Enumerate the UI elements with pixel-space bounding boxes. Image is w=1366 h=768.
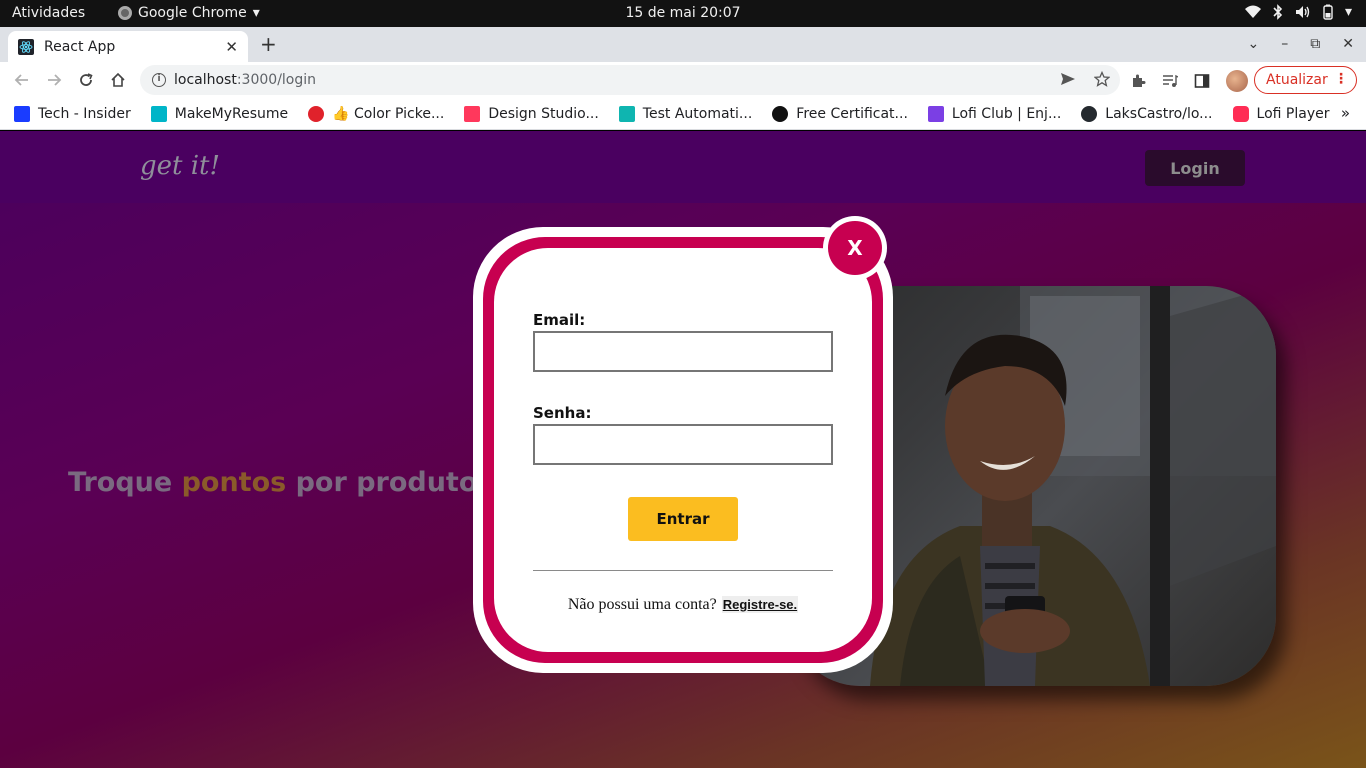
side-panel-icon[interactable] — [1194, 73, 1210, 89]
bookmark-favicon-icon — [150, 105, 167, 122]
bookmark-item[interactable]: Test Automati... — [618, 105, 753, 122]
bookmark-label: 👍 Color Picke... — [332, 105, 445, 122]
react-icon — [18, 38, 34, 55]
bookmark-label: Lofi Club | Enj... — [951, 105, 1062, 122]
reload-icon — [80, 73, 93, 86]
bookmark-item[interactable]: MakeMyResume — [150, 105, 289, 122]
bookmark-label: LaksCastro/lo... — [1105, 105, 1213, 122]
wifi-icon — [1244, 5, 1261, 18]
close-tab-icon[interactable]: ✕ — [225, 38, 238, 56]
star-icon[interactable] — [1094, 71, 1110, 87]
bookmark-label: MakeMyResume — [174, 105, 289, 122]
site-navbar: get it! Login — [0, 131, 1366, 203]
bookmark-favicon-icon — [1232, 105, 1249, 122]
email-input[interactable] — [533, 331, 833, 372]
chrome-icon — [118, 6, 132, 20]
caret-down-icon: ▾ — [1344, 4, 1352, 20]
password-input[interactable] — [533, 424, 833, 465]
bookmark-item[interactable]: Lofi Player — [1232, 105, 1330, 122]
site-logo[interactable]: get it! — [140, 151, 220, 181]
arrow-right-icon — [48, 74, 62, 86]
site-info-icon[interactable]: i — [152, 73, 166, 87]
hero-text-accent: pontos — [181, 467, 287, 498]
bookmark-favicon-icon — [618, 105, 635, 122]
volume-icon — [1295, 6, 1310, 18]
system-top-bar: Atividades Google Chrome ▾ 15 de mai 20:… — [0, 0, 1366, 27]
bookmark-label: Free Certificat... — [796, 105, 908, 122]
close-window-icon[interactable]: ✕ — [1342, 36, 1354, 52]
clock[interactable]: 15 de mai 20:07 — [625, 5, 740, 21]
bookmark-item[interactable]: Design Studio... — [464, 105, 599, 122]
more-menu-icon: ⋮ — [1334, 71, 1348, 87]
register-prompt: Não possui uma conta? — [567, 596, 717, 613]
bookmark-label: Tech - Insider — [38, 105, 131, 122]
tab-react-app[interactable]: React App ✕ — [8, 31, 248, 62]
bluetooth-icon — [1273, 4, 1283, 20]
activities-button[interactable]: Atividades — [12, 5, 85, 21]
register-link[interactable]: Registre-se. — [721, 596, 799, 613]
bookmark-item[interactable]: Tech - Insider — [14, 105, 131, 122]
battery-icon — [1323, 4, 1333, 20]
send-icon[interactable] — [1060, 71, 1076, 87]
bookmark-item[interactable]: Free Certificat... — [772, 105, 908, 122]
hero-headline: Troque pontos por produtos e — [68, 467, 521, 498]
extensions-icon[interactable] — [1130, 73, 1146, 89]
system-tray[interactable]: ▾ — [1244, 4, 1352, 20]
app-menu[interactable]: Google Chrome ▾ — [118, 5, 260, 21]
tab-strip: React App ✕ + ⌄ – ⧉ ✕ — [0, 27, 1366, 62]
app-name: Google Chrome — [138, 5, 247, 21]
media-control-icon[interactable] — [1162, 73, 1178, 89]
forward-button[interactable] — [44, 70, 64, 90]
register-row: Não possui uma conta? Registre-se. — [533, 596, 833, 614]
close-modal-button[interactable]: X — [823, 216, 887, 280]
restore-icon[interactable]: ⧉ — [1310, 36, 1320, 52]
bookmark-favicon-icon — [464, 105, 481, 122]
new-tab-button[interactable]: + — [260, 34, 277, 54]
caret-down-icon: ▾ — [252, 5, 260, 21]
more-bookmarks-icon[interactable]: » — [1341, 104, 1350, 122]
profile-avatar[interactable] — [1226, 70, 1248, 92]
bookmark-label: Design Studio... — [488, 105, 599, 122]
update-label: Atualizar — [1266, 72, 1328, 88]
bookmark-favicon-icon — [308, 105, 325, 122]
tab-search-icon[interactable]: ⌄ — [1248, 36, 1260, 52]
login-nav-button[interactable]: Login — [1145, 150, 1245, 186]
home-button[interactable] — [108, 70, 128, 90]
close-icon: X — [828, 221, 882, 275]
browser-toolbar: i localhost:3000/login Atualizar ⋮ — [0, 62, 1366, 98]
home-icon — [111, 72, 125, 87]
bookmark-item[interactable]: 👍 Color Picke... — [308, 105, 445, 122]
url-path: :3000/login — [236, 72, 317, 88]
arrow-left-icon — [14, 74, 28, 86]
hero-text-start: Troque — [68, 467, 182, 498]
tab-title: React App — [44, 38, 116, 55]
password-label: Senha: — [533, 404, 592, 422]
bookmarks-bar: Tech - Insider MakeMyResume 👍 Color Pick… — [0, 98, 1366, 130]
update-chrome-button[interactable]: Atualizar ⋮ — [1254, 66, 1357, 94]
back-button[interactable] — [12, 70, 32, 90]
bookmark-label: Test Automati... — [642, 105, 753, 122]
url-host: localhost — [174, 72, 237, 88]
github-icon — [1081, 105, 1098, 122]
bookmark-favicon-icon — [772, 105, 789, 122]
bookmark-item[interactable]: LaksCastro/lo... — [1081, 105, 1213, 122]
submit-login-button[interactable]: Entrar — [628, 497, 738, 541]
address-bar[interactable]: i localhost:3000/login — [140, 65, 1120, 95]
reload-button[interactable] — [76, 70, 96, 90]
bookmark-favicon-icon — [14, 105, 30, 122]
bookmark-favicon-icon — [927, 105, 944, 122]
bookmark-label: Lofi Player — [1256, 105, 1330, 122]
bookmark-item[interactable]: Lofi Club | Enj... — [927, 105, 1062, 122]
modal-divider — [533, 570, 833, 571]
minimize-icon[interactable]: – — [1281, 36, 1288, 52]
email-label: Email: — [533, 311, 586, 329]
